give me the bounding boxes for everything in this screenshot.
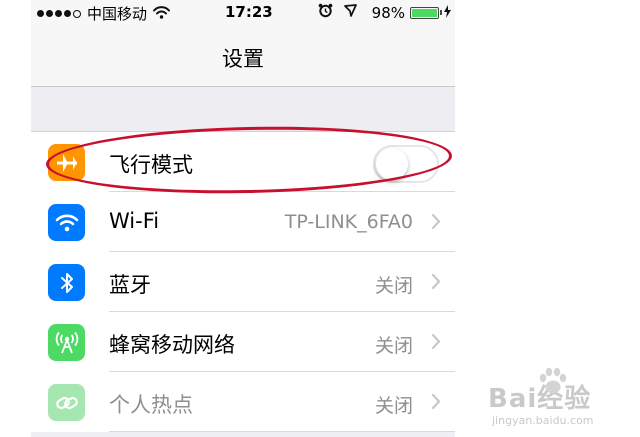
toggle-knob [376, 148, 408, 180]
settings-row-wifi[interactable]: Wi-Fi TP-LINK_6FA0 [31, 192, 455, 252]
chevron-right-icon [431, 213, 441, 234]
airplane-mode-label: 飞行模式 [109, 153, 193, 177]
personal-hotspot-icon [48, 384, 85, 421]
personal-hotspot-label: 个人热点 [109, 393, 193, 417]
personal-hotspot-status-value: 关闭 [374, 395, 413, 417]
page-title: 设置 [222, 47, 264, 71]
watermark-url: jingyan.baidu.com [492, 414, 594, 427]
cellular-label: 蜂窝移动网络 [109, 333, 235, 357]
navigation-bar: 设置 [31, 26, 455, 87]
status-time: 17:23 [225, 3, 273, 21]
airplane-icon [48, 144, 85, 181]
baidu-jingyan-watermark: Bai经验 jingyan.baidu.com [488, 367, 628, 432]
location-arrow-icon [343, 3, 358, 22]
charging-bolt-icon [444, 4, 451, 22]
chevron-right-icon [431, 273, 441, 294]
phone-screen: 中国移动 17:23 98% 设置 飞行模式 Wi-Fi TP-LINK_6FA… [31, 0, 455, 437]
bluetooth-label: 蓝牙 [109, 273, 151, 297]
status-bar: 中国移动 17:23 98% [31, 0, 455, 26]
wifi-icon [48, 204, 85, 241]
settings-list: 飞行模式 Wi-Fi TP-LINK_6FA0 蓝牙 关闭 蜂窝移动网络 关闭 … [31, 132, 455, 432]
wifi-label: Wi-Fi [109, 209, 160, 233]
bluetooth-status-value: 关闭 [374, 275, 413, 297]
chevron-right-icon [431, 333, 441, 354]
wifi-network-value: TP-LINK_6FA0 [284, 211, 413, 233]
wifi-status-icon [153, 5, 171, 23]
battery-percent: 98% [371, 3, 405, 22]
carrier-name: 中国移动 [87, 5, 148, 23]
cellular-antenna-icon [48, 324, 85, 361]
settings-row-personal-hotspot[interactable]: 个人热点 关闭 [31, 372, 455, 432]
settings-row-bluetooth[interactable]: 蓝牙 关闭 [31, 252, 455, 312]
chevron-right-icon [431, 393, 441, 414]
alarm-clock-icon [318, 3, 333, 22]
signal-strength-icon [37, 9, 83, 18]
airplane-mode-toggle[interactable] [373, 145, 439, 183]
bluetooth-icon [48, 264, 85, 301]
status-bar-right: 98% [318, 3, 451, 22]
status-bar-left: 中国移动 [37, 3, 171, 24]
settings-row-airplane-mode[interactable]: 飞行模式 [31, 132, 455, 192]
battery-icon [410, 6, 442, 19]
settings-row-cellular[interactable]: 蜂窝移动网络 关闭 [31, 312, 455, 372]
section-spacer [31, 87, 455, 132]
cellular-status-value: 关闭 [374, 335, 413, 357]
paw-logo-icon [536, 366, 570, 402]
